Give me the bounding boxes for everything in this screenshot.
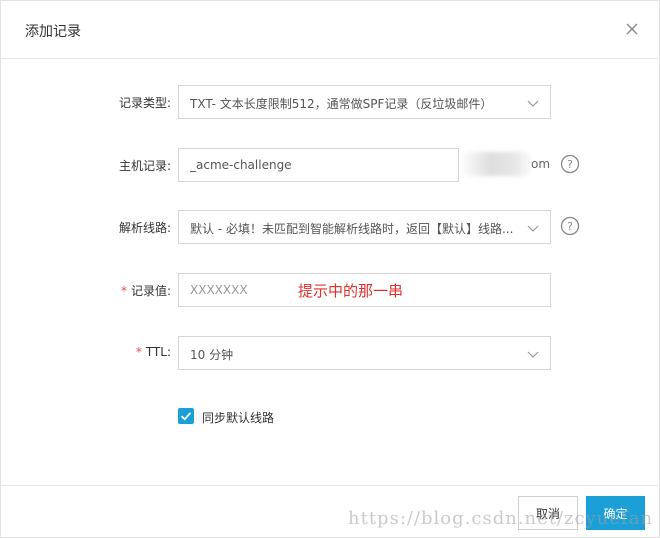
sync-default-line-label: 同步默认线路 bbox=[202, 411, 275, 425]
redacted-domain bbox=[463, 152, 531, 176]
help-icon[interactable]: ? bbox=[560, 154, 580, 174]
host-record-value: _acme-challenge bbox=[190, 158, 292, 172]
chevron-down-icon bbox=[526, 346, 540, 360]
line-row: 解析线路: 默认 - 必填！未匹配到智能解析线路时，返回【默认】线路... ? bbox=[1, 210, 659, 244]
sync-default-line-checkbox[interactable] bbox=[178, 408, 194, 424]
dialog-header: 添加记录 bbox=[1, 1, 659, 59]
record-value-label: * 记录值: bbox=[120, 284, 171, 298]
svg-text:?: ? bbox=[567, 220, 573, 233]
required-mark: * bbox=[120, 284, 127, 298]
record-type-select[interactable]: TXT- 文本长度限制512，通常做SPF记录（反垃圾邮件） bbox=[178, 85, 551, 119]
record-value-input[interactable]: XXXXXXX 提示中的那一串 bbox=[178, 273, 551, 307]
required-mark: * bbox=[135, 345, 142, 359]
host-record-label: 主机记录: bbox=[118, 159, 171, 173]
host-record-row: 主机记录: _acme-challenge om ? bbox=[1, 148, 659, 182]
record-type-row: 记录类型: TXT- 文本长度限制512，通常做SPF记录（反垃圾邮件） bbox=[1, 85, 659, 119]
record-value-annotation: 提示中的那一串 bbox=[298, 282, 404, 300]
chevron-down-icon bbox=[526, 220, 540, 234]
line-select[interactable]: 默认 - 必填！未匹配到智能解析线路时，返回【默认】线路... bbox=[178, 210, 551, 244]
host-record-input[interactable]: _acme-challenge bbox=[178, 148, 459, 182]
record-type-value: TXT- 文本长度限制512，通常做SPF记录（反垃圾邮件） bbox=[190, 97, 493, 111]
check-icon bbox=[180, 412, 192, 421]
add-record-dialog: 添加记录 记录类型: TXT- 文本长度限制512，通常做SPF记录（反垃圾邮件… bbox=[0, 0, 660, 538]
dialog-title: 添加记录 bbox=[25, 24, 81, 40]
line-value: 默认 - 必填！未匹配到智能解析线路时，返回【默认】线路... bbox=[190, 222, 514, 236]
chevron-down-icon bbox=[526, 95, 540, 109]
record-value-placeholder: XXXXXXX bbox=[190, 283, 248, 297]
record-value-row: * 记录值: XXXXXXX 提示中的那一串 bbox=[1, 273, 659, 307]
help-icon[interactable]: ? bbox=[560, 216, 580, 236]
ttl-label: * TTL: bbox=[135, 345, 171, 359]
watermark: https://blog.csdn.net/zcyuefan bbox=[348, 508, 654, 529]
ttl-select[interactable]: 10 分钟 bbox=[178, 336, 551, 370]
ttl-value: 10 分钟 bbox=[190, 348, 234, 362]
record-type-label: 记录类型: bbox=[118, 96, 171, 110]
line-label: 解析线路: bbox=[118, 221, 171, 235]
ttl-row: * TTL: 10 分钟 bbox=[1, 336, 659, 370]
svg-text:?: ? bbox=[567, 158, 573, 171]
close-icon[interactable] bbox=[623, 20, 641, 38]
